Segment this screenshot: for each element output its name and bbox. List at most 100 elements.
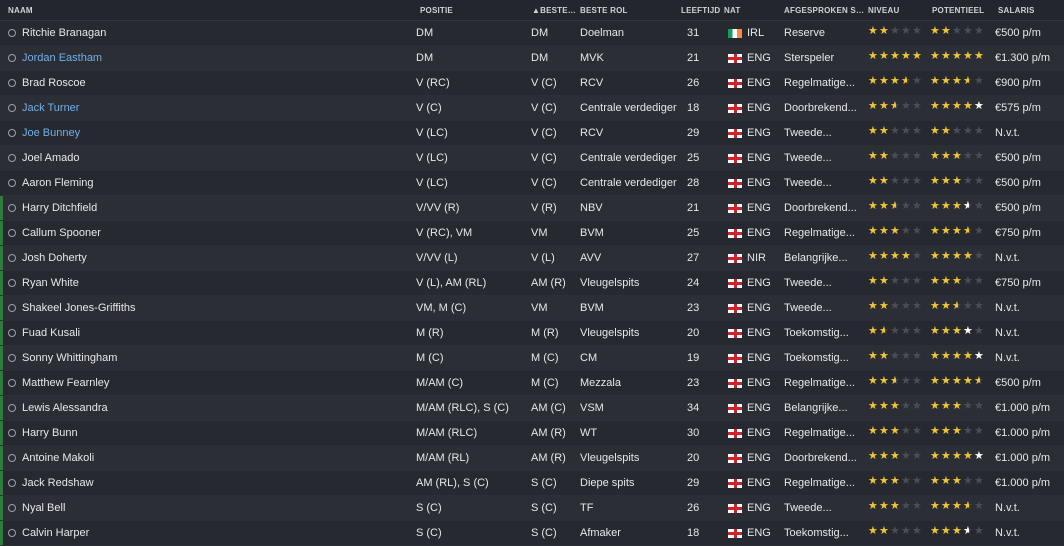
potential-ability-stars: ★★★★★★★★★★ <box>930 351 985 362</box>
player-name[interactable]: Matthew Fearnley <box>22 377 109 389</box>
player-name[interactable]: Jack Redshaw <box>22 477 94 489</box>
col-header-leeftijd[interactable]: LEEFTIJD <box>680 6 724 15</box>
player-name-cell[interactable]: Harry Ditchfield <box>0 202 412 214</box>
player-name-cell[interactable]: Jack Turner <box>0 102 412 114</box>
table-row[interactable]: Ritchie Branagan DM DM Doelman 31 IRL Reserve ★… <box>0 21 1064 46</box>
star-icon: ★★ <box>912 426 923 437</box>
player-name-cell[interactable]: Ryan White <box>0 277 412 289</box>
player-name-cell[interactable]: Callum Spooner <box>0 227 412 239</box>
table-row[interactable]: Jack Redshaw AM (RL), S (C) S (C) Diepe spi… <box>0 471 1064 496</box>
player-name[interactable]: Joe Bunney <box>22 127 80 139</box>
player-name[interactable]: Sonny Whittingham <box>22 352 117 364</box>
player-name-cell[interactable]: Fuad Kusali <box>0 327 412 339</box>
player-name-cell[interactable]: Sonny Whittingham <box>0 352 412 364</box>
current-ability-stars: ★★★★★★★★★★ <box>868 26 923 37</box>
star-filled-icon: ★ <box>930 176 940 187</box>
table-row[interactable]: Ryan White V (L), AM (RL) AM (R) Vleugelspi… <box>0 271 1064 296</box>
star-filled-icon: ★ <box>941 401 951 412</box>
player-age: 20 <box>687 452 700 464</box>
star-empty-icon: ★ <box>912 126 922 137</box>
player-name-cell[interactable]: Jack Redshaw <box>0 477 412 489</box>
player-position: M (C) <box>416 352 444 364</box>
star-empty-icon: ★ <box>974 401 984 412</box>
player-name-cell[interactable]: Brad Roscoe <box>0 77 412 89</box>
player-name[interactable]: Brad Roscoe <box>22 77 86 89</box>
player-name[interactable]: Lewis Alessandra <box>22 402 108 414</box>
flag-eng-icon <box>728 53 742 63</box>
table-row[interactable]: Shakeel Jones-Griffiths VM, M (C) VM BVM 23 E… <box>0 296 1064 321</box>
player-name[interactable]: Calvin Harper <box>22 527 89 539</box>
star-icon: ★★ <box>868 376 879 387</box>
col-header-beste-rol[interactable]: BESTE ROL <box>576 6 680 15</box>
star-icon: ★★ <box>930 276 941 287</box>
player-name-cell[interactable]: Joel Amado <box>0 152 412 164</box>
player-name[interactable]: Nyal Bell <box>22 502 65 514</box>
player-name-cell[interactable]: Joe Bunney <box>0 127 412 139</box>
col-header-positie[interactable]: POSITIE <box>412 6 528 15</box>
table-row[interactable]: Harry Ditchfield V/VV (R) V (R) NBV 21 ENG Doo… <box>0 196 1064 221</box>
player-person-icon <box>8 254 16 262</box>
table-row[interactable]: Brad Roscoe V (RC) V (C) RCV 26 ENG Regelmatig… <box>0 71 1064 96</box>
table-row[interactable]: Lewis Alessandra M/AM (RLC), S (C) AM (C) V… <box>0 396 1064 421</box>
player-name-cell[interactable]: Nyal Bell <box>0 502 412 514</box>
current-ability-stars: ★★★★★★★★★★ <box>868 226 923 237</box>
player-name[interactable]: Josh Doherty <box>22 252 87 264</box>
player-name[interactable]: Jordan Eastham <box>22 52 102 64</box>
table-row[interactable]: Fuad Kusali M (R) M (R) Vleugelspits 20 ENG To… <box>0 321 1064 346</box>
player-name[interactable]: Ritchie Branagan <box>22 27 106 39</box>
col-header-naam[interactable]: NAAM <box>0 6 412 15</box>
player-name-cell[interactable]: Ritchie Branagan <box>0 27 412 39</box>
player-name[interactable]: Jack Turner <box>22 102 79 114</box>
player-age: 23 <box>687 377 700 389</box>
table-row[interactable]: Jack Turner V (C) V (C) Centrale verdediger… <box>0 96 1064 121</box>
flag-eng-icon <box>728 178 742 188</box>
star-icon: ★★ <box>868 151 879 162</box>
table-row[interactable]: Joe Bunney V (LC) V (C) RCV 29 ENG Tweede... ★ ★… <box>0 121 1064 146</box>
player-name-cell[interactable]: Jordan Eastham <box>0 52 412 64</box>
player-name-cell[interactable]: Harry Bunn <box>0 427 412 439</box>
table-row[interactable]: Sonny Whittingham M (C) M (C) CM 19 ENG Toekom… <box>0 346 1064 371</box>
player-name[interactable]: Harry Ditchfield <box>22 202 97 214</box>
player-name-cell[interactable]: Matthew Fearnley <box>0 377 412 389</box>
player-name-cell[interactable]: Aaron Fleming <box>0 177 412 189</box>
player-current-ability: ★★★★★★★★★★ <box>864 351 928 365</box>
star-filled-icon: ★ <box>868 101 878 112</box>
col-header-salaris[interactable]: SALARIS <box>994 6 1064 15</box>
player-name-cell[interactable]: Calvin Harper <box>0 527 412 539</box>
nationality-code: ENG <box>747 477 771 489</box>
player-name[interactable]: Aaron Fleming <box>22 177 94 189</box>
table-row[interactable]: Harry Bunn M/AM (RLC) AM (R) WT 30 ENG Regelma… <box>0 421 1064 446</box>
player-salary: N.v.t. <box>995 252 1020 264</box>
star-icon: ★★ <box>912 376 923 387</box>
player-name-cell[interactable]: Shakeel Jones-Griffiths <box>0 302 412 314</box>
col-header-nat[interactable]: NAT <box>724 6 780 15</box>
table-row[interactable]: Jordan Eastham DM DM MVK 21 ENG Sterspeler ★ ★ ★ ★… <box>0 46 1064 71</box>
player-name-cell[interactable]: Lewis Alessandra <box>0 402 412 414</box>
col-header-niveau[interactable]: NIVEAU <box>864 6 928 15</box>
potential-ability-stars: ★★★★★★★★★★ <box>930 276 985 287</box>
table-row[interactable]: Antoine Makoli M/AM (RL) AM (R) Vleugelspit… <box>0 446 1064 471</box>
table-row[interactable]: Josh Doherty V/VV (L) V (L) AVV 27 NIR Belangr… <box>0 246 1064 271</box>
table-row[interactable]: Nyal Bell S (C) S (C) TF 26 ENG Tweede... ★ ★ ★ ★ ★… <box>0 496 1064 521</box>
player-name[interactable]: Ryan White <box>22 277 79 289</box>
table-row[interactable]: Aaron Fleming V (LC) V (C) Centrale verdedi… <box>0 171 1064 196</box>
player-name[interactable]: Shakeel Jones-Griffiths <box>22 302 136 314</box>
player-name[interactable]: Antoine Makoli <box>22 452 94 464</box>
player-current-ability: ★★★★★★★★★★ <box>864 226 928 240</box>
player-name[interactable]: Joel Amado <box>22 152 79 164</box>
player-name[interactable]: Fuad Kusali <box>22 327 80 339</box>
table-row[interactable]: Callum Spooner V (RC), VM VM BVM 25 ENG Regelm… <box>0 221 1064 246</box>
player-name-cell[interactable]: Josh Doherty <box>0 252 412 264</box>
table-row[interactable]: Matthew Fearnley M/AM (C) M (C) Mezzala 23 EN… <box>0 371 1064 396</box>
player-name-cell[interactable]: Antoine Makoli <box>0 452 412 464</box>
col-header-potentieel[interactable]: POTENTIEEL <box>928 6 994 15</box>
table-row[interactable]: Calvin Harper S (C) S (C) Afmaker 18 ENG Toeko… <box>0 521 1064 546</box>
player-nationality: ENG <box>724 52 780 64</box>
player-name[interactable]: Callum Spooner <box>22 227 101 239</box>
col-header-afgesproken[interactable]: AFGESPROKEN SPE... <box>780 6 864 15</box>
star-empty-icon: ★ <box>912 276 922 287</box>
player-name[interactable]: Harry Bunn <box>22 427 78 439</box>
col-header-beste-pos[interactable]: ▲BESTE POS <box>528 6 576 15</box>
table-row[interactable]: Joel Amado V (LC) V (C) Centrale verdediger… <box>0 146 1064 171</box>
star-icon: ★★ <box>941 501 952 512</box>
